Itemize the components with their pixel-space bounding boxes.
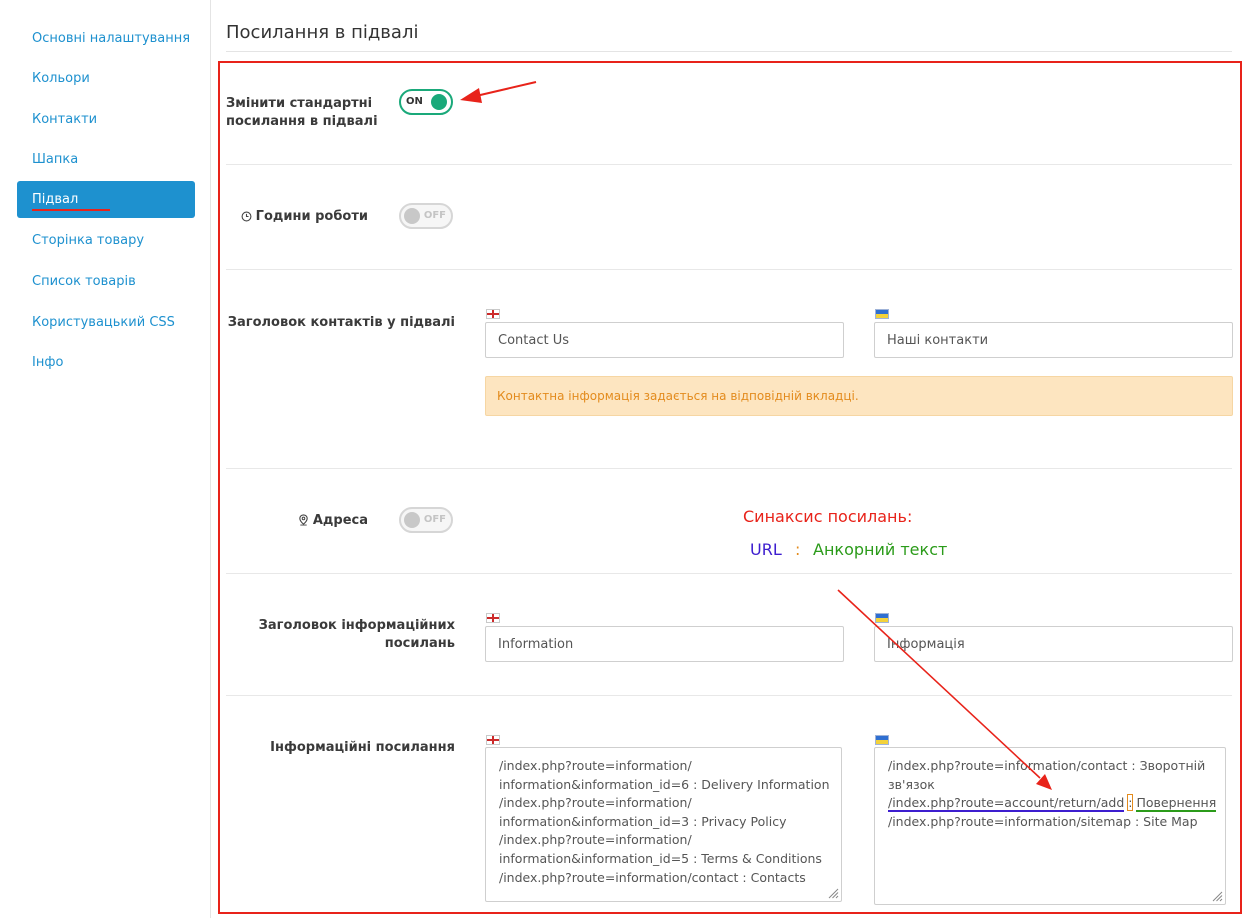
toggle-knob [404, 512, 420, 528]
row-divider [226, 269, 1232, 270]
toggle-knob [404, 208, 420, 224]
page-title: Посилання в підвалі [226, 22, 419, 43]
info-heading-label: Заголовок інформаційних посилань [258, 618, 455, 651]
sidebar: Основні налаштування Кольори Контакти Ша… [0, 0, 211, 918]
row-divider [226, 573, 1232, 574]
toggle-knob [431, 94, 447, 110]
row-divider [226, 468, 1232, 469]
highlighted-link-line: /index.php?route=account/return/add : По… [888, 794, 1217, 813]
syntax-hint-title: Синаксис посилань: [743, 507, 913, 526]
info-heading-ua-input[interactable] [874, 626, 1233, 662]
sidebar-item-product-list[interactable]: Список товарів [17, 263, 195, 300]
info-heading-en-input[interactable] [485, 626, 844, 662]
address-toggle[interactable]: OFF [399, 507, 453, 533]
sidebar-item-colors[interactable]: Кольори [17, 60, 195, 97]
override-links-label: Змінити стандартні посилання в підвалі [226, 96, 378, 129]
resize-handle-icon[interactable] [827, 887, 839, 899]
sidebar-item-product-page[interactable]: Сторінка товару [17, 222, 195, 259]
toggle-state-text: OFF [423, 210, 446, 221]
sidebar-item-custom-css[interactable]: Користувацький CSS [17, 304, 195, 341]
contacts-notice: Контактна інформація задається на відпов… [485, 376, 1233, 416]
contacts-heading-label: Заголовок контактів у підвалі [227, 315, 455, 330]
toggle-state-text: OFF [423, 514, 446, 525]
row-divider [226, 695, 1232, 696]
sidebar-item-footer[interactable]: Підвал [17, 181, 195, 218]
ua-flag-icon [875, 735, 889, 745]
info-links-ua-textarea[interactable]: /index.php?route=information/contact : З… [874, 747, 1226, 905]
sidebar-item-contacts[interactable]: Контакти [17, 101, 195, 138]
en-flag-icon [486, 613, 500, 623]
info-links-label: Інформаційні посилання [270, 740, 455, 755]
highlighted-separator: : [1127, 794, 1134, 812]
row-divider [226, 164, 1232, 165]
sidebar-item-header[interactable]: Шапка [17, 141, 195, 178]
ua-flag-icon [875, 613, 889, 623]
en-flag-icon [486, 735, 500, 745]
en-flag-icon [486, 309, 500, 319]
toggle-state-text: ON [406, 96, 423, 107]
sidebar-item-info[interactable]: Інфо [17, 344, 195, 381]
annotation-underline [32, 209, 110, 211]
resize-handle-icon[interactable] [1211, 890, 1223, 902]
sidebar-item-general[interactable]: Основні налаштування [17, 20, 195, 57]
syntax-hint-anchor: Анкорний текст [813, 540, 948, 559]
syntax-hint-url: URL [750, 540, 782, 559]
clock-icon [241, 211, 252, 222]
work-hours-label: Години роботи [226, 208, 368, 226]
override-links-toggle[interactable]: ON [399, 89, 453, 115]
title-divider [226, 51, 1232, 52]
work-hours-toggle[interactable]: OFF [399, 203, 453, 229]
sidebar-item-footer-label: Підвал [32, 192, 79, 207]
contacts-heading-ua-input[interactable] [874, 322, 1233, 358]
location-pin-icon [299, 514, 308, 526]
contacts-heading-en-input[interactable] [485, 322, 844, 358]
ua-flag-icon [875, 309, 889, 319]
highlighted-url: /index.php?route=account/return/add [888, 795, 1125, 813]
address-label: Адреса [226, 512, 368, 530]
highlighted-anchor: Повернення [1136, 795, 1217, 813]
syntax-hint-separator: : [795, 540, 801, 559]
info-links-en-textarea[interactable]: /index.php?route=information/ informatio… [485, 747, 842, 902]
